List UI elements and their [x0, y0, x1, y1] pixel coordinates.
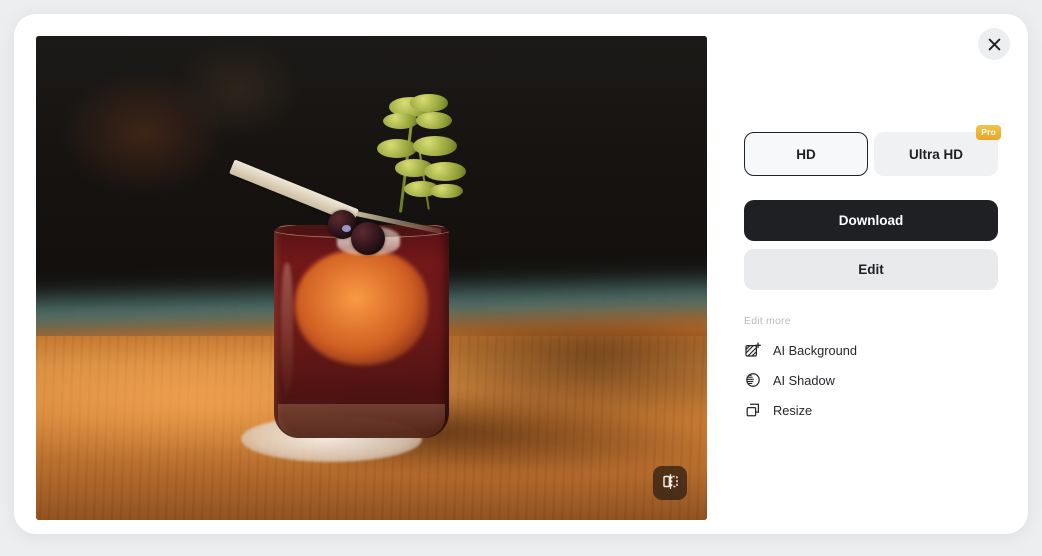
close-icon — [988, 38, 1001, 51]
image-preview — [36, 36, 707, 520]
quality-option-hd[interactable]: HD — [744, 132, 868, 176]
edit-more-item-ai-shadow[interactable]: AI Shadow — [744, 365, 998, 395]
compare-split-icon — [662, 473, 679, 493]
ai-shadow-icon — [744, 371, 762, 389]
edit-more-heading: Edit more — [744, 315, 791, 327]
edit-more-item-ai-background[interactable]: AI Background — [744, 335, 998, 365]
ai-background-icon — [744, 341, 762, 359]
photo-herb-sprig — [345, 94, 493, 230]
photo-ice-cube — [295, 250, 428, 366]
download-modal: HD Ultra HD Pro Download Edit Edit more — [14, 14, 1028, 534]
edit-button[interactable]: Edit — [744, 249, 998, 290]
resize-icon — [744, 401, 762, 419]
quality-option-label: HD — [796, 146, 816, 162]
photo-glass-highlight — [281, 263, 294, 396]
download-button[interactable]: Download — [744, 200, 998, 241]
quality-selector: HD Ultra HD Pro — [744, 125, 1001, 176]
edit-more-item-label: AI Background — [773, 342, 857, 358]
photo-glass-base — [277, 403, 446, 438]
close-button[interactable] — [978, 28, 1010, 60]
actions-panel: HD Ultra HD Pro Download Edit Edit more — [744, 36, 1001, 425]
edit-more-item-resize[interactable]: Resize — [744, 395, 998, 425]
cocktail-photo — [36, 36, 707, 520]
edit-more-item-label: Resize — [773, 402, 813, 418]
quality-option-label: Ultra HD — [908, 146, 963, 162]
edit-more-list: AI Background AI Shadow Resize — [744, 335, 998, 425]
edit-more-item-label: AI Shadow — [773, 372, 835, 388]
pro-badge: Pro — [976, 125, 1001, 140]
compare-toggle-button[interactable] — [653, 466, 687, 500]
quality-option-ultra-hd[interactable]: Ultra HD Pro — [874, 125, 1001, 176]
photo-cocktail-glass — [274, 224, 449, 438]
